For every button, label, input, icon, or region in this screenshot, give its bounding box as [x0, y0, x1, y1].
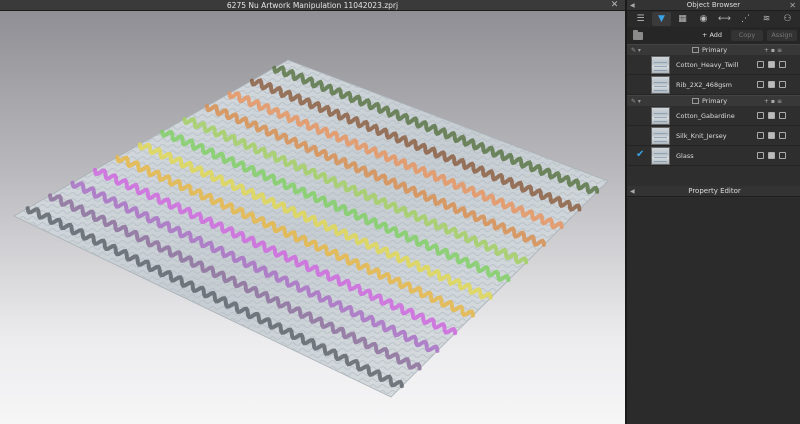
fabric-icon[interactable]: ▦ [673, 12, 692, 26]
list-item[interactable]: Cotton_Gabardine [627, 106, 800, 126]
collapse-arrow-icon[interactable]: ◀ [630, 0, 635, 11]
folder-icon[interactable] [633, 29, 643, 40]
item-label: Rib_2X2_468gsm [676, 81, 732, 89]
zipper-icon[interactable]: ⟷ [715, 12, 734, 26]
copy-icon[interactable] [768, 61, 775, 68]
object-browser-titlebar: ◀ Object Browser ✕ [627, 0, 800, 11]
copy-icon[interactable] [768, 132, 775, 139]
list-icon[interactable]: ☰ [631, 12, 650, 26]
add-button[interactable]: + Add [697, 30, 727, 41]
group-header[interactable]: ✎ ▾ Primary +▪≡ [627, 95, 800, 106]
sidebar: ◀ Object Browser ✕ ☰ ▼ ▦ ◉ ⟷ ⋰ ≋ ⚇ + Add… [625, 0, 800, 424]
fabric-thumbnail [651, 107, 670, 125]
delete-icon[interactable] [779, 152, 786, 159]
viewport-title: 6275 Nu Artwork Manipulation 11042023.zp… [226, 1, 399, 10]
copy-icon[interactable] [768, 81, 775, 88]
list-item[interactable]: ✔ Glass [627, 146, 800, 166]
trim-icon[interactable]: ≋ [757, 12, 776, 26]
list-item[interactable]: Rib_2X2_468gsm [627, 75, 800, 95]
property-editor-title: Property Editor [688, 187, 741, 195]
fabric-scene[interactable] [0, 11, 625, 424]
viewport-titlebar: 6275 Nu Artwork Manipulation 11042023.zp… [0, 0, 625, 11]
button-icon[interactable]: ◉ [694, 12, 713, 26]
item-label: Cotton_Gabardine [676, 112, 735, 120]
item-label: Cotton_Heavy_Twill [676, 61, 739, 69]
fabric-thumbnail [651, 56, 670, 74]
tshirt-icon[interactable]: ▼ [652, 12, 671, 26]
delete-icon[interactable] [779, 81, 786, 88]
add-icon[interactable] [757, 152, 764, 159]
close-icon[interactable]: ✕ [610, 1, 619, 10]
copy-icon[interactable] [768, 112, 775, 119]
add-icon[interactable] [757, 61, 764, 68]
topstitch-icon[interactable]: ⋰ [736, 12, 755, 26]
property-editor-titlebar: ◀ Property Editor [627, 186, 800, 197]
delete-icon[interactable] [779, 132, 786, 139]
copy-icon[interactable] [768, 152, 775, 159]
assign-button[interactable]: Assign [767, 30, 797, 41]
check-icon[interactable]: ✔ [636, 149, 644, 160]
fabric-thumbnail [651, 127, 670, 145]
add-icon[interactable] [757, 112, 764, 119]
object-browser-title: Object Browser [686, 1, 741, 9]
fabric-thumbnail [651, 76, 670, 94]
copy-button[interactable]: Copy [731, 30, 763, 41]
delete-icon[interactable] [779, 61, 786, 68]
3d-viewport[interactable]: 6275 Nu Artwork Manipulation 11042023.zp… [0, 0, 625, 424]
item-label: Glass [676, 152, 694, 160]
avatar-icon[interactable]: ⚇ [778, 12, 797, 26]
group-header[interactable]: ✎ ▾ Primary +▪≡ [627, 44, 800, 55]
object-browser-tabs: ☰ ▼ ▦ ◉ ⟷ ⋰ ≋ ⚇ [627, 11, 800, 27]
collapse-arrow-icon[interactable]: ◀ [630, 186, 635, 197]
list-item[interactable]: Cotton_Heavy_Twill [627, 55, 800, 75]
item-label: Silk_Knit_Jersey [676, 132, 727, 140]
list-item[interactable]: Silk_Knit_Jersey [627, 126, 800, 146]
property-editor-body [627, 198, 800, 424]
add-icon[interactable] [757, 132, 764, 139]
add-icon[interactable] [757, 81, 764, 88]
close-icon[interactable]: ✕ [789, 0, 796, 11]
object-browser-actions: + Add Copy Assign [627, 27, 800, 44]
delete-icon[interactable] [779, 112, 786, 119]
fabric-thumbnail [651, 147, 670, 165]
